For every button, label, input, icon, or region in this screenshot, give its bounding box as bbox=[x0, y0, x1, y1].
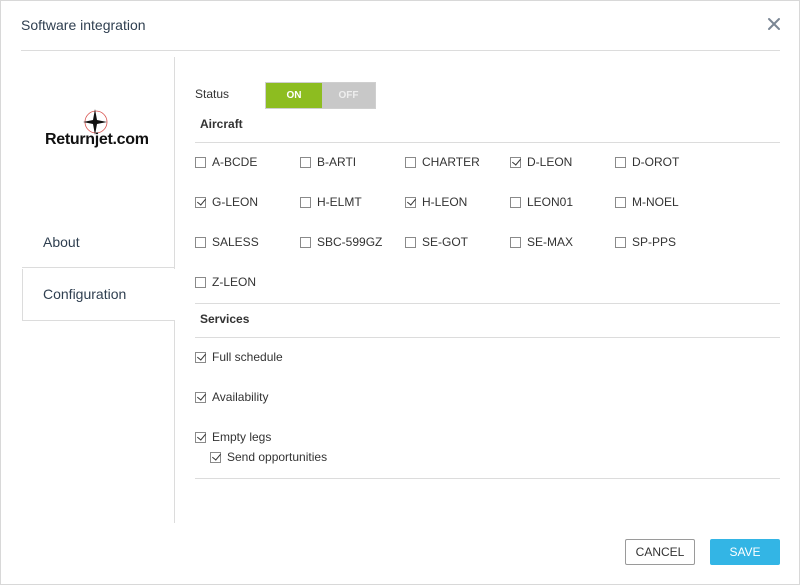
checkbox[interactable] bbox=[195, 196, 206, 208]
checkbox[interactable] bbox=[195, 236, 206, 248]
services-divider bbox=[195, 337, 780, 338]
aircraft-divider bbox=[195, 142, 780, 143]
checkbox[interactable] bbox=[300, 156, 311, 168]
checkbox[interactable] bbox=[405, 156, 416, 168]
checkbox[interactable] bbox=[195, 431, 206, 443]
checkbox-label: Full schedule bbox=[212, 350, 283, 364]
aircraft-item[interactable]: H-LEON bbox=[405, 195, 467, 209]
checkbox[interactable] bbox=[510, 236, 521, 248]
checkbox-label: A-BCDE bbox=[212, 155, 258, 169]
aircraft-item[interactable]: M-NOEL bbox=[615, 195, 679, 209]
checkbox-label: Z-LEON bbox=[212, 275, 257, 289]
checkbox[interactable] bbox=[300, 236, 311, 248]
checkbox[interactable] bbox=[405, 196, 416, 208]
aircraft-item[interactable]: SE-MAX bbox=[510, 235, 573, 249]
checkbox-label: SP-PPS bbox=[632, 235, 677, 249]
aircraft-item[interactable]: D-LEON bbox=[510, 155, 572, 169]
aircraft-item[interactable]: Z-LEON bbox=[195, 275, 256, 289]
toggle-on-option[interactable]: ON bbox=[266, 83, 322, 108]
software-integration-dialog: Software integration Returnjet.com About… bbox=[0, 0, 800, 585]
header-divider bbox=[21, 50, 780, 51]
checkbox-label: H-LEON bbox=[422, 195, 468, 209]
aircraft-item[interactable]: LEON01 bbox=[510, 195, 573, 209]
service-empty-legs[interactable]: Empty legs bbox=[195, 430, 271, 444]
checkbox[interactable] bbox=[195, 391, 206, 403]
aircraft-item[interactable]: B-ARTI bbox=[300, 155, 356, 169]
checkbox-label: SBC-599GZ bbox=[317, 235, 383, 249]
aircraft-item[interactable]: D-OROT bbox=[615, 155, 679, 169]
checkbox[interactable] bbox=[615, 196, 626, 208]
aircraft-item[interactable]: H-ELMT bbox=[300, 195, 362, 209]
checkbox-label: SALESS bbox=[212, 235, 259, 249]
checkbox[interactable] bbox=[195, 276, 206, 288]
aircraft-item[interactable]: SALESS bbox=[195, 235, 259, 249]
aircraft-item[interactable]: SE-GOT bbox=[405, 235, 468, 249]
checkbox-label: Empty legs bbox=[212, 430, 272, 444]
toggle-off-option[interactable]: OFF bbox=[322, 83, 375, 108]
checkbox[interactable] bbox=[510, 196, 521, 208]
services-bottom-divider bbox=[195, 478, 780, 479]
checkbox[interactable] bbox=[405, 236, 416, 248]
checkbox[interactable] bbox=[195, 156, 206, 168]
checkbox[interactable] bbox=[615, 156, 626, 168]
aircraft-item[interactable]: CHARTER bbox=[405, 155, 480, 169]
checkbox-label: D-OROT bbox=[632, 155, 680, 169]
checkbox[interactable] bbox=[300, 196, 311, 208]
checkbox-label: M-NOEL bbox=[632, 195, 679, 209]
save-button[interactable]: SAVE bbox=[710, 539, 780, 565]
dialog-title: Software integration bbox=[21, 17, 146, 33]
checkbox[interactable] bbox=[210, 451, 221, 463]
checkbox-label: LEON01 bbox=[527, 195, 574, 209]
checkbox-label: Availability bbox=[212, 390, 269, 404]
aircraft-section-title: Aircraft bbox=[200, 117, 243, 131]
checkbox-label: B-ARTI bbox=[317, 155, 357, 169]
status-toggle[interactable]: ON OFF bbox=[265, 82, 376, 109]
logo-text: Returnjet.com bbox=[45, 131, 149, 148]
cancel-button[interactable]: CANCEL bbox=[625, 539, 695, 565]
checkbox-label: G-LEON bbox=[212, 195, 259, 209]
checkbox-label: SE-MAX bbox=[527, 235, 574, 249]
sidebar-item-label: About bbox=[43, 234, 80, 250]
close-icon[interactable] bbox=[763, 13, 785, 35]
checkbox[interactable] bbox=[510, 156, 521, 168]
sidebar-item-about[interactable]: About bbox=[22, 218, 174, 268]
aircraft-item[interactable]: SP-PPS bbox=[615, 235, 676, 249]
service-availability[interactable]: Availability bbox=[195, 390, 268, 404]
checkbox-label: Send opportunities bbox=[227, 450, 328, 464]
sidebar-item-configuration[interactable]: Configuration bbox=[22, 269, 175, 321]
aircraft-item[interactable]: A-BCDE bbox=[195, 155, 257, 169]
service-full-schedule[interactable]: Full schedule bbox=[195, 350, 283, 364]
checkbox[interactable] bbox=[195, 351, 206, 363]
checkbox-label: CHARTER bbox=[422, 155, 480, 169]
aircraft-bottom-divider bbox=[195, 303, 780, 304]
status-label: Status bbox=[195, 87, 230, 101]
aircraft-item[interactable]: SBC-599GZ bbox=[300, 235, 382, 249]
sidebar-item-label: Configuration bbox=[43, 286, 127, 302]
checkbox[interactable] bbox=[615, 236, 626, 248]
checkbox-label: D-LEON bbox=[527, 155, 573, 169]
services-section-title: Services bbox=[200, 312, 250, 326]
checkbox-label: SE-GOT bbox=[422, 235, 469, 249]
checkbox-label: H-ELMT bbox=[317, 195, 362, 209]
aircraft-item[interactable]: G-LEON bbox=[195, 195, 258, 209]
service-send-opportunities[interactable]: Send opportunities bbox=[210, 450, 327, 464]
returnjet-logo: Returnjet.com bbox=[45, 107, 155, 157]
